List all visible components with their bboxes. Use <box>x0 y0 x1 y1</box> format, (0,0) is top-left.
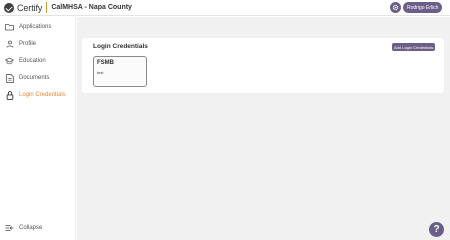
credential-card[interactable]: FSMB test <box>93 56 147 87</box>
sidebar-item-label: Documents <box>19 75 50 81</box>
graduation-cap-icon <box>5 57 14 66</box>
sidebar-item-label: Education <box>19 58 46 64</box>
settings-button[interactable] <box>390 2 401 13</box>
document-icon <box>5 73 14 83</box>
collapse-label: Collapse <box>19 225 43 231</box>
login-credentials-panel: Login Credentials Add Login Credentials … <box>82 38 444 93</box>
brand-name: Certify <box>17 2 43 13</box>
sidebar-item-label: Profile <box>19 41 37 47</box>
main-content: Login Credentials Add Login Credentials … <box>77 17 450 240</box>
sidebar-item-documents[interactable]: Documents <box>0 71 76 85</box>
brand[interactable]: Certify CalMHSA - Napa County <box>0 0 132 16</box>
add-login-credentials-button[interactable]: Add Login Credentials <box>392 43 436 51</box>
collapse-icon <box>5 224 14 233</box>
help-button[interactable]: ? <box>429 222 444 237</box>
org-name: CalMHSA - Napa County <box>51 4 132 11</box>
gear-icon <box>392 4 399 11</box>
credential-subtitle: test <box>97 70 104 75</box>
folder-icon <box>5 23 14 32</box>
sidebar-item-label: Applications <box>19 24 52 30</box>
credential-title: FSMB <box>97 60 114 66</box>
top-header: Certify CalMHSA - Napa County Rodrigo Er… <box>0 0 450 16</box>
sidebar: Applications Profile Education Documents… <box>0 16 76 240</box>
certify-logo-icon <box>4 2 14 13</box>
section-title: Login Credentials <box>93 43 148 50</box>
user-menu-button[interactable]: Rodrigo Erlich <box>403 2 443 13</box>
lock-icon <box>5 90 14 100</box>
sidebar-item-applications[interactable]: Applications <box>0 20 76 34</box>
sidebar-item-label: Login Credentials <box>19 92 66 98</box>
person-icon <box>5 40 14 49</box>
sidebar-item-education[interactable]: Education <box>0 54 76 68</box>
collapse-button[interactable]: Collapse <box>0 222 76 234</box>
sidebar-item-profile[interactable]: Profile <box>0 37 76 51</box>
sidebar-item-login-credentials[interactable]: Login Credentials <box>0 88 76 102</box>
brand-divider <box>46 2 48 13</box>
